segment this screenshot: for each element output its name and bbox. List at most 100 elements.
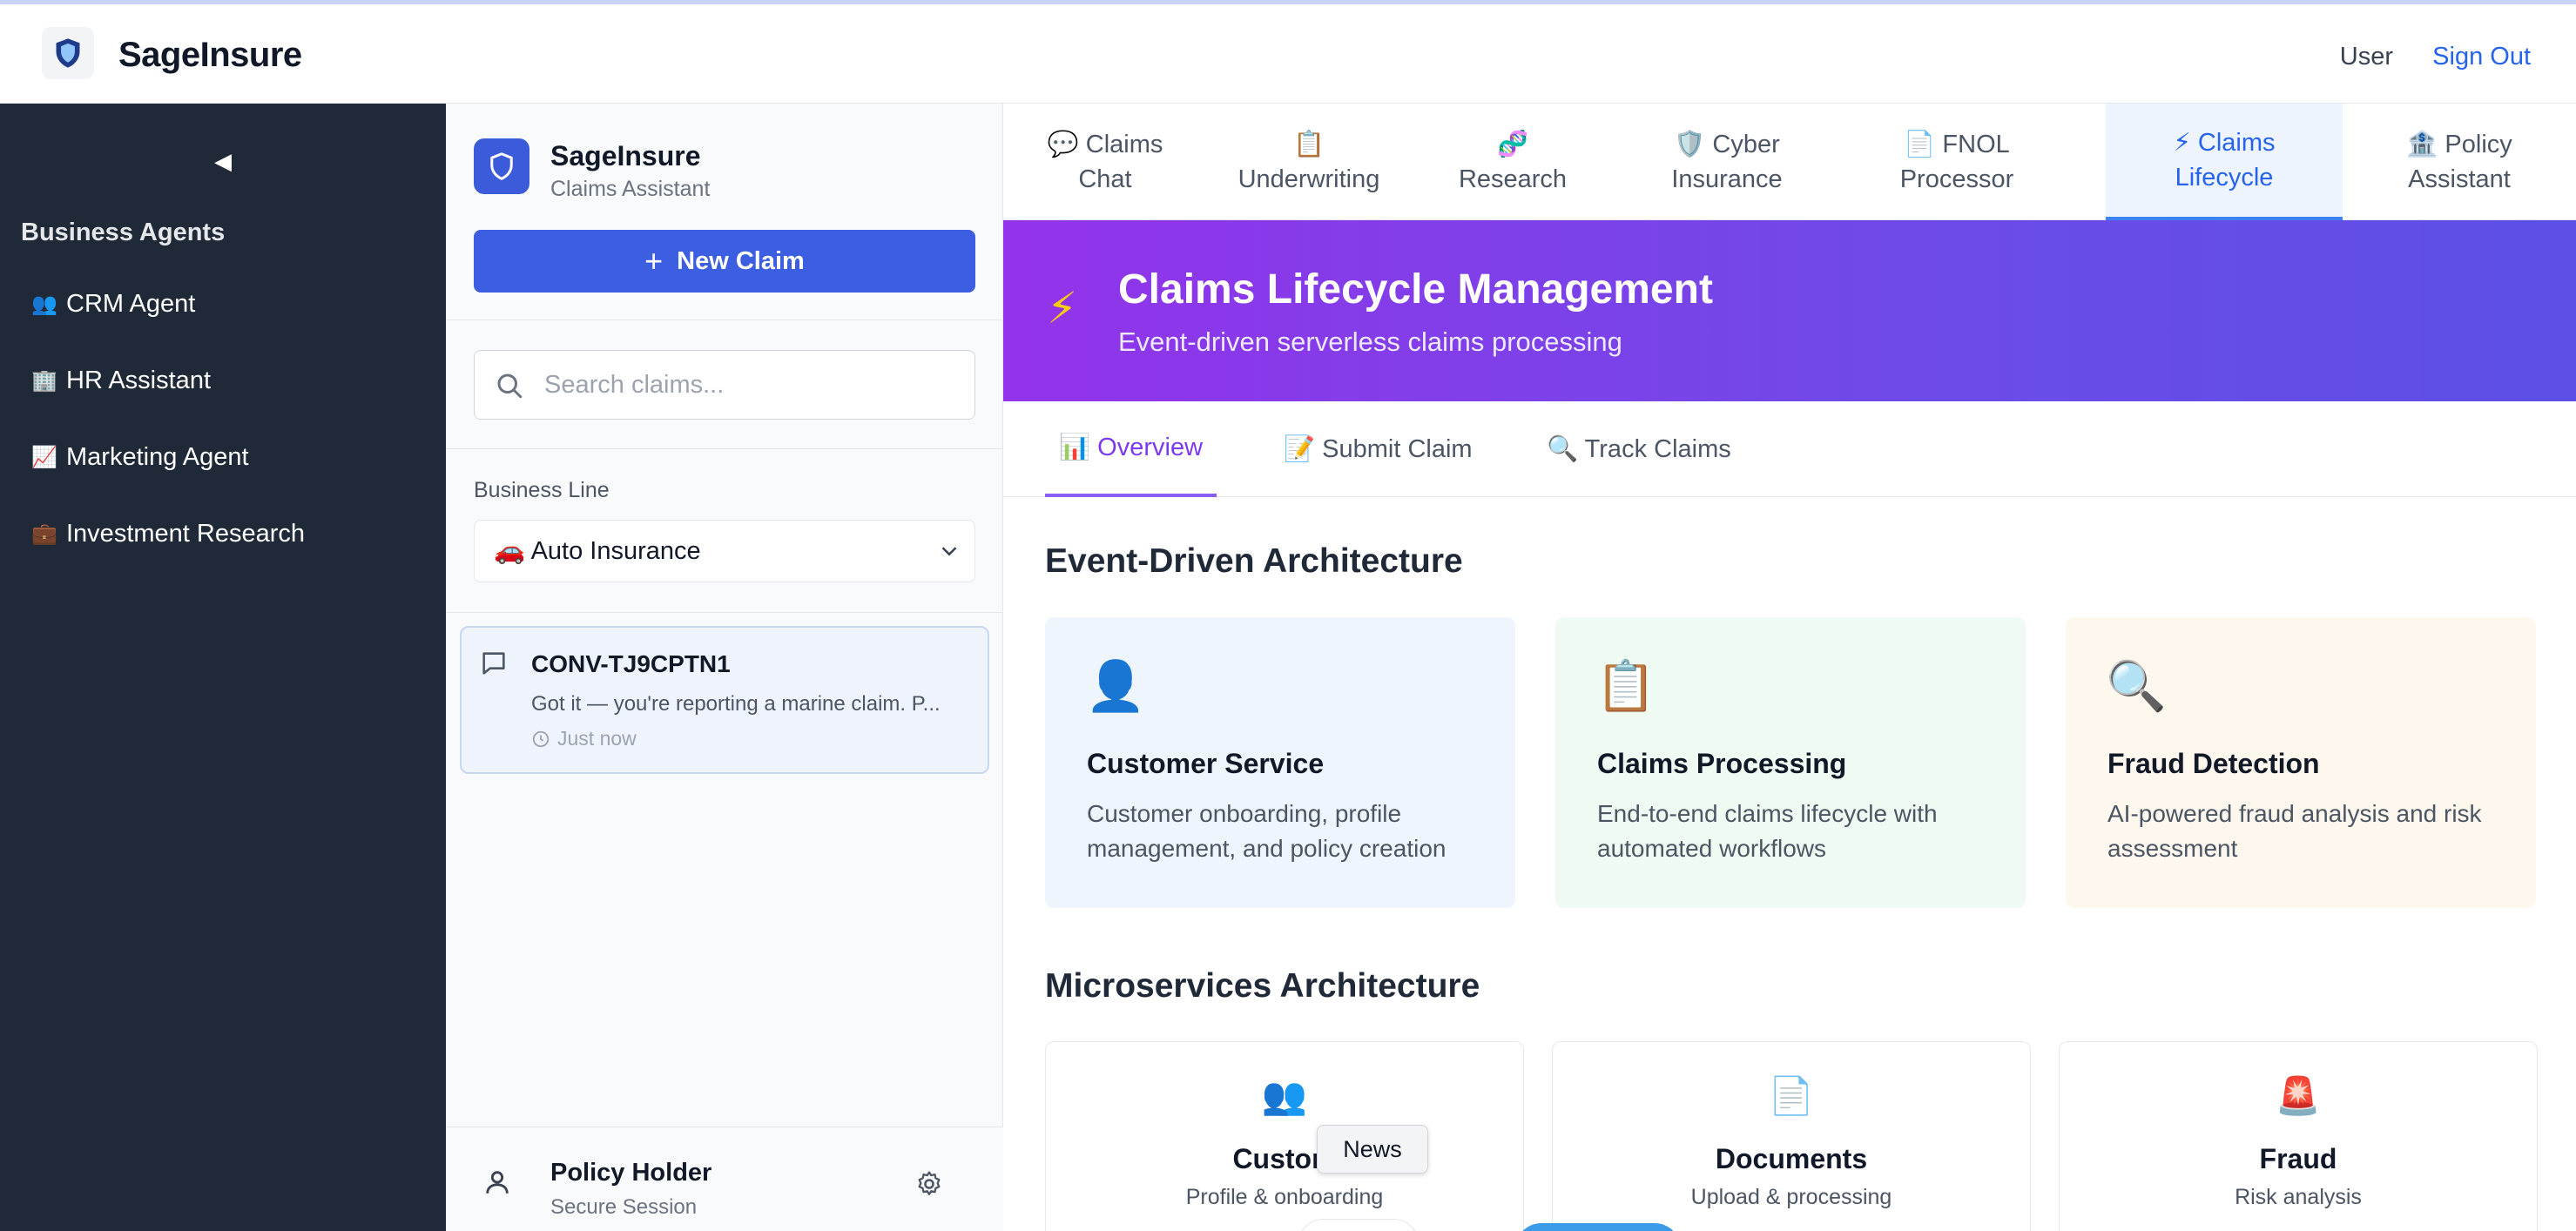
sidebar-item-investment-research[interactable]: 💼 Investment Research <box>31 508 415 560</box>
card-description: Upload & processing <box>1690 1185 1892 1209</box>
chat-bubble-icon: 💬 <box>1047 131 1079 158</box>
tab-label-line1: Cyber <box>1712 131 1780 158</box>
conversation-item[interactable]: CONV-TJ9CPTN1 Got it — you're reporting … <box>460 626 989 774</box>
conversation-snippet: Got it — you're reporting a marine claim… <box>531 692 941 716</box>
policy-holder-name: Policy Holder <box>550 1159 712 1187</box>
lightning-icon: ⚡ <box>2173 129 2191 157</box>
tab-cyber-insurance[interactable]: 🛡️ Cyber Insurance <box>1615 104 1839 220</box>
card-title: Customer Service <box>1087 748 1325 779</box>
divider <box>446 448 1003 449</box>
briefcase-icon: 💼 <box>31 521 57 546</box>
user-icon <box>486 1171 509 1194</box>
agent-tabs: 💬 Claims Chat 📋 Underwriting 🧬 Research 🛡… <box>1003 104 2576 220</box>
tab-underwriting[interactable]: 📋 Underwriting <box>1207 104 1411 220</box>
business-line-select[interactable]: 🚗 Auto Insurance <box>474 520 975 582</box>
card-title: Claims Processing <box>1597 748 1847 779</box>
siren-icon: 🚨 <box>2275 1075 2322 1116</box>
tab-label-line1: Claims <box>2197 129 2276 157</box>
shield-icon <box>490 152 513 180</box>
shield-logo-icon <box>56 38 80 68</box>
subtab-submit-claim[interactable]: 📝 Submit Claim <box>1270 401 1487 497</box>
microservice-card-fraud: 🚨 Fraud Risk analysis <box>2059 1041 2538 1231</box>
floating-button-left[interactable] <box>1298 1219 1419 1231</box>
brand-logo <box>42 27 94 79</box>
microservices-section-title: Microservices Architecture <box>1045 967 1480 1005</box>
card-title: Documents <box>1715 1143 1868 1174</box>
clipboard-icon: 📋 <box>1292 131 1325 158</box>
sign-out-link[interactable]: Sign Out <box>2432 43 2531 71</box>
hero-title: Claims Lifecycle Management <box>1118 266 1713 313</box>
agents-section-title: Business Agents <box>21 219 226 246</box>
collapse-sidebar-icon[interactable]: ◀ <box>209 147 237 175</box>
message-icon <box>482 652 505 675</box>
tab-research[interactable]: 🧬 Research <box>1411 104 1615 220</box>
tab-label-line2: Chat <box>1078 165 1132 193</box>
new-claim-button[interactable]: + New Claim <box>474 230 975 293</box>
card-title: Fraud <box>2259 1143 2337 1174</box>
sidebar-item-label: Marketing Agent <box>66 442 249 471</box>
document-icon: 📄 <box>1904 131 1936 158</box>
tab-claims-chat[interactable]: 💬 Claims Chat <box>1003 104 1207 220</box>
subtab-overview[interactable]: 📊 Overview <box>1045 401 1217 497</box>
tab-claims-lifecycle[interactable]: ⚡ Claims Lifecycle <box>2106 104 2343 220</box>
chart-up-icon: 📈 <box>31 445 57 469</box>
search-box[interactable] <box>474 350 975 420</box>
sidebar-item-crm-agent[interactable]: 👥 CRM Agent <box>31 278 415 330</box>
people-icon: 👥 <box>31 292 57 316</box>
card-title: Custom <box>1232 1143 1337 1174</box>
user-label[interactable]: User <box>2340 43 2393 71</box>
subtab-track-claims[interactable]: 🔍 Track Claims <box>1533 401 1745 497</box>
news-tooltip: News <box>1317 1125 1428 1174</box>
search-input[interactable] <box>544 351 962 419</box>
people-icon: 👥 <box>1261 1075 1308 1116</box>
tab-policy-assistant[interactable]: 🏦 Policy Assistant <box>2343 104 2576 220</box>
search-icon <box>497 373 523 399</box>
card-description: Risk analysis <box>2235 1185 2362 1209</box>
agents-sidebar: ◀ Business Agents 👥 CRM Agent 🏢 HR Assis… <box>0 104 446 1231</box>
tab-label-line2: Assistant <box>2408 165 2511 193</box>
lightning-icon: ⚡ <box>1047 284 1078 333</box>
card-description: Profile & onboarding <box>1185 1185 1384 1209</box>
session-status: Secure Session <box>550 1195 698 1219</box>
dna-icon: 🧬 <box>1496 131 1529 158</box>
business-line-label: Business Line <box>474 478 610 502</box>
hero-banner: ⚡ Claims Lifecycle Management Event-driv… <box>1003 220 2576 401</box>
microservice-card-customer: 👥 Custom Profile & onboarding <box>1045 1041 1524 1231</box>
card-description: End-to-end claims lifecycle with automat… <box>1597 800 1938 862</box>
sidebar-item-label: HR Assistant <box>66 366 211 394</box>
sidebar-item-hr-assistant[interactable]: 🏢 HR Assistant <box>31 354 415 407</box>
conversation-id: CONV-TJ9CPTN1 <box>531 650 731 677</box>
tab-label-line2: Lifecycle <box>2175 164 2274 192</box>
sidebar-item-marketing-agent[interactable]: 📈 Marketing Agent <box>31 431 415 483</box>
chevron-down-icon <box>941 547 957 556</box>
claims-logo <box>474 138 529 194</box>
claims-panel: SageInsure Claims Assistant + New Claim … <box>446 104 1003 1231</box>
card-description: Customer onboarding, profile management,… <box>1087 800 1446 862</box>
top-header: SageInsure User Sign Out <box>0 4 2576 104</box>
tab-label-line1: Claims <box>1085 131 1163 158</box>
tab-label-line2: Underwriting <box>1237 165 1380 193</box>
tab-label-line2: Insurance <box>1671 165 1783 193</box>
claims-processing-card: 📋 Claims Processing End-to-end claims li… <box>1555 617 2026 908</box>
new-claim-label: New Claim <box>677 246 805 275</box>
sidebar-item-label: CRM Agent <box>66 289 196 318</box>
clock-icon <box>532 730 550 747</box>
person-icon: 👤 <box>1085 658 1146 713</box>
bank-icon: 🏦 <box>2406 131 2438 158</box>
customer-service-card: 👤 Customer Service Customer onboarding, … <box>1045 617 1515 908</box>
sidebar-item-label: Investment Research <box>66 519 306 548</box>
policy-holder-footer: Policy Holder Secure Session <box>446 1127 1003 1231</box>
tab-label-line1: FNOL <box>1942 131 2010 158</box>
floating-button-right[interactable] <box>1515 1223 1681 1231</box>
tab-fnol-processor[interactable]: 📄 FNOL Processor <box>1839 104 2074 220</box>
divider <box>446 612 1003 613</box>
clipboard-icon: 📋 <box>1595 658 1656 713</box>
claims-panel-title: SageInsure <box>550 140 701 172</box>
tab-label-line2: Research <box>1458 165 1568 193</box>
office-building-icon: 🏢 <box>31 368 57 393</box>
gear-icon[interactable] <box>914 1169 944 1199</box>
microservice-card-documents: 📄 Documents Upload & processing <box>1552 1041 2031 1231</box>
fraud-detection-card: 🔍 Fraud Detection AI-powered fraud analy… <box>2066 617 2536 908</box>
event-driven-section-title: Event-Driven Architecture <box>1045 542 1463 580</box>
card-title: Fraud Detection <box>2107 748 2320 779</box>
